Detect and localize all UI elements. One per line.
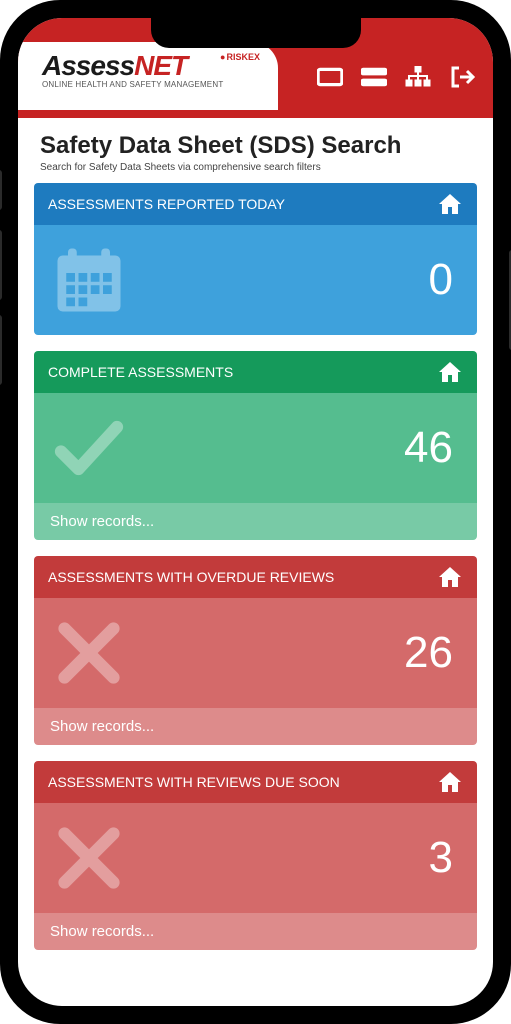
- logo-word-1: Assess: [42, 50, 134, 81]
- phone-frame: RISKEX AssessNET ONLINE HEALTH AND SAFET…: [0, 0, 511, 1024]
- logo: RISKEX AssessNET ONLINE HEALTH AND SAFET…: [18, 42, 278, 110]
- card-body: 0: [34, 225, 477, 335]
- home-icon[interactable]: [437, 193, 463, 215]
- header-toolbar: [317, 66, 475, 88]
- card-body: 46: [34, 393, 477, 503]
- page-header: Safety Data Sheet (SDS) Search Search fo…: [18, 118, 493, 183]
- card-value: 0: [429, 255, 453, 305]
- card-title: COMPLETE ASSESSMENTS: [48, 364, 233, 380]
- card-footer-link[interactable]: Show records...: [34, 913, 477, 950]
- phone-screen: RISKEX AssessNET ONLINE HEALTH AND SAFET…: [18, 18, 493, 1006]
- logo-subtitle: ONLINE HEALTH AND SAFETY MANAGEMENT: [42, 80, 266, 89]
- cards-container: ASSESSMENTS REPORTED TODAY 0 COMPLETE AS…: [18, 183, 493, 970]
- card-value: 3: [429, 833, 453, 883]
- card-view-icon[interactable]: [317, 66, 343, 88]
- phone-notch: [151, 18, 361, 48]
- card-title: ASSESSMENTS WITH OVERDUE REVIEWS: [48, 569, 334, 585]
- card-body: 26: [34, 598, 477, 708]
- card-value: 46: [404, 423, 453, 473]
- card-overdue-reviews: ASSESSMENTS WITH OVERDUE REVIEWS 26 Show…: [34, 556, 477, 745]
- cross-icon: [54, 823, 124, 893]
- card-footer-link[interactable]: Show records...: [34, 503, 477, 540]
- card-header: ASSESSMENTS WITH REVIEWS DUE SOON: [34, 761, 477, 803]
- card-assessments-today: ASSESSMENTS REPORTED TODAY 0: [34, 183, 477, 335]
- phone-side-button: [0, 315, 2, 385]
- logo-tag: RISKEX: [220, 52, 260, 62]
- check-icon: [54, 413, 124, 483]
- logo-word-2: NET: [134, 50, 187, 81]
- card-body: 3: [34, 803, 477, 913]
- home-icon[interactable]: [437, 361, 463, 383]
- card-complete-assessments: COMPLETE ASSESSMENTS 46 Show records...: [34, 351, 477, 540]
- card-header: COMPLETE ASSESSMENTS: [34, 351, 477, 393]
- card-reviews-due-soon: ASSESSMENTS WITH REVIEWS DUE SOON 3 Show…: [34, 761, 477, 950]
- card-value: 26: [404, 628, 453, 678]
- page-title: Safety Data Sheet (SDS) Search: [40, 132, 471, 160]
- home-icon[interactable]: [437, 771, 463, 793]
- card-title: ASSESSMENTS WITH REVIEWS DUE SOON: [48, 774, 340, 790]
- cross-icon: [54, 618, 124, 688]
- calendar-icon: [54, 245, 124, 315]
- page-subtitle: Search for Safety Data Sheets via compre…: [40, 162, 471, 173]
- logout-icon[interactable]: [449, 66, 475, 88]
- card-header: ASSESSMENTS WITH OVERDUE REVIEWS: [34, 556, 477, 598]
- phone-side-button: [0, 170, 2, 210]
- home-icon[interactable]: [437, 566, 463, 588]
- list-view-icon[interactable]: [361, 66, 387, 88]
- phone-side-button: [0, 230, 2, 300]
- card-footer-link[interactable]: Show records...: [34, 708, 477, 745]
- card-title: ASSESSMENTS REPORTED TODAY: [48, 196, 285, 212]
- card-header: ASSESSMENTS REPORTED TODAY: [34, 183, 477, 225]
- sitemap-icon[interactable]: [405, 66, 431, 88]
